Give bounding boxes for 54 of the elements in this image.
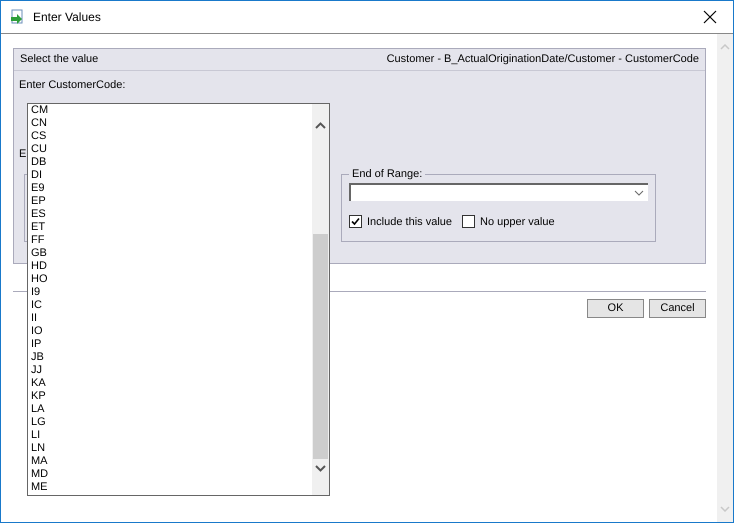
checkbox[interactable] [462,215,475,228]
list-item[interactable]: E9 [31,182,312,195]
chevron-up-icon [720,44,730,50]
group-legend: End of Range: [352,168,422,180]
list-item[interactable]: CS [31,130,312,143]
close-icon [703,10,717,24]
chevron-down-icon [634,190,644,196]
prompt-label: Enter CustomerCode: [19,78,126,93]
range-label: E [19,146,26,162]
list-item[interactable]: LI [31,429,312,442]
dialog-button[interactable]: OK [587,299,644,318]
list-item[interactable]: DB [31,156,312,169]
list-item[interactable]: GB [31,247,312,260]
list-item[interactable]: CM [31,104,312,117]
window-title: Enter Values [33,9,102,26]
list-item[interactable]: LA [31,403,312,416]
list-item[interactable]: KA [31,377,312,390]
window-icon [9,9,25,25]
list-item[interactable]: DI [31,169,312,182]
chevron-down-icon [720,506,730,512]
checkbox-label: Include this value [367,214,452,230]
list-item[interactable]: ES [31,208,312,221]
end-of-range-combo[interactable] [349,182,648,200]
chevron-down-icon [315,465,326,472]
list-item[interactable]: MD [31,468,312,481]
list-item[interactable]: II [31,312,312,325]
list-item[interactable]: LN [31,442,312,455]
dialog-button[interactable]: Cancel [649,299,706,318]
list-item[interactable]: ET [31,221,312,234]
list-item[interactable]: I9 [31,286,312,299]
list-item[interactable]: HD [31,260,312,273]
list-item[interactable]: JB [31,351,312,364]
list-item[interactable]: CN [31,117,312,130]
list-item[interactable]: ME [31,481,312,494]
list-item[interactable]: FF [31,234,312,247]
checkmark-icon [351,217,360,226]
scroll-thumb[interactable] [313,234,328,459]
list-item[interactable]: LG [31,416,312,429]
chevron-up-icon [315,122,326,129]
list-scrollbar[interactable] [312,104,329,495]
panel-title: Select the value [20,52,98,68]
list-item[interactable]: HO [31,273,312,286]
list-item[interactable]: JJ [31,364,312,377]
list-item[interactable]: CU [31,143,312,156]
list-item[interactable]: KP [31,390,312,403]
list-item[interactable]: IO [31,325,312,338]
list-item[interactable]: IP [31,338,312,351]
window-scrollbar[interactable] [717,34,733,522]
list-item[interactable]: IC [31,299,312,312]
list-item[interactable]: MA [31,455,312,468]
list-item[interactable]: EP [31,195,312,208]
field-path: Customer - B_ActualOriginationDate/Customer - CustomerCode [386,52,699,68]
checkbox[interactable] [349,215,362,228]
checkbox-label: No upper value [480,214,555,230]
